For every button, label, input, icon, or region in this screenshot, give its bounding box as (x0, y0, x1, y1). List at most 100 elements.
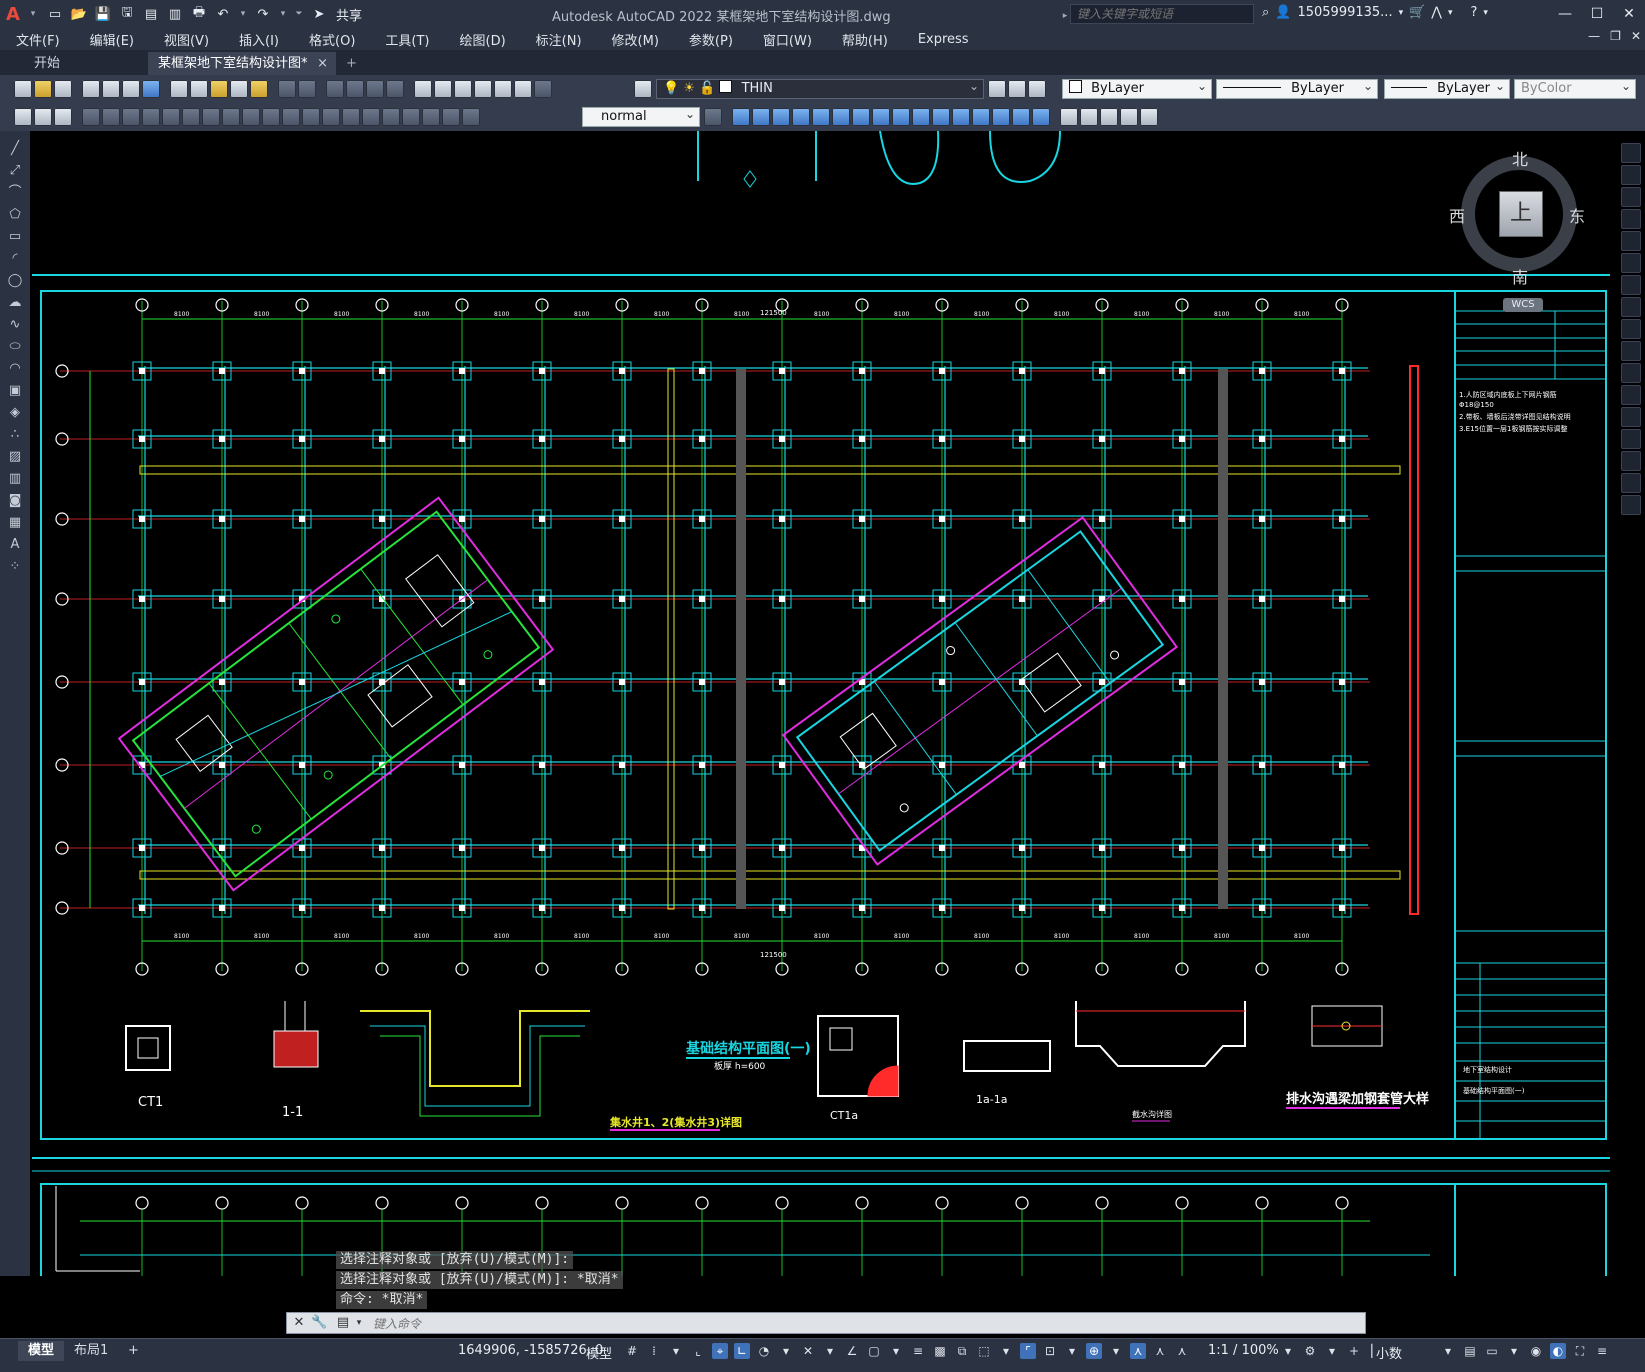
search-input[interactable] (1070, 4, 1254, 24)
menu-window[interactable]: 窗口(W) (748, 30, 827, 49)
plotstyle-combo[interactable]: ByColor (1514, 77, 1636, 99)
region-icon[interactable]: ◙ (7, 493, 23, 509)
pan-icon[interactable] (326, 80, 344, 98)
doc-restore-icon[interactable]: ❐ (1610, 29, 1621, 43)
extend-icon[interactable] (932, 108, 950, 126)
erase-icon[interactable] (732, 108, 750, 126)
viewcube[interactable]: 上 北 南 西 东 WCS (1449, 146, 1585, 312)
zoom-previous-icon[interactable] (386, 80, 404, 98)
calculator-icon[interactable] (514, 80, 532, 98)
menu-parametric[interactable]: 参数(P) (674, 30, 748, 49)
r-copy-icon[interactable] (1621, 165, 1641, 185)
text-style-combo[interactable]: normal (582, 105, 700, 127)
auto-scale-icon[interactable]: ⋏ (1152, 1343, 1168, 1359)
r-erase-icon[interactable] (1621, 143, 1641, 163)
r-stretch-icon[interactable] (1621, 319, 1641, 339)
mtext-icon[interactable]: A (7, 537, 23, 553)
user-name[interactable]: 1505999135... (1297, 5, 1392, 20)
undo-icon[interactable]: ↶ (212, 3, 234, 25)
copy-object-icon[interactable] (752, 108, 770, 126)
plot-icon[interactable]: 🖶 (188, 3, 210, 25)
annotation-scale-icon[interactable]: ⋏ (1174, 1343, 1190, 1359)
menu-express[interactable]: Express (903, 32, 984, 47)
dim-aligned-icon[interactable] (102, 108, 120, 126)
minimize-icon[interactable]: — (1549, 0, 1581, 28)
menu-draw[interactable]: 绘图(D) (445, 30, 521, 49)
new-file-icon[interactable]: ▭ (44, 3, 66, 25)
fillet-icon[interactable] (1012, 108, 1030, 126)
plot-tool-icon[interactable] (82, 80, 100, 98)
menu-tools[interactable]: 工具(T) (370, 30, 444, 49)
r-offset-icon[interactable] (1621, 209, 1641, 229)
polar-icon[interactable]: ◔ (756, 1343, 772, 1359)
point-icon[interactable]: ∴ (7, 427, 23, 443)
mirror-icon[interactable] (772, 108, 790, 126)
polyline-icon[interactable]: ⌒ (7, 185, 23, 201)
r-rotate-icon[interactable] (1621, 275, 1641, 295)
tool-palettes-icon[interactable] (454, 80, 472, 98)
qnew-icon[interactable] (14, 80, 32, 98)
r-array-icon[interactable] (1621, 231, 1641, 251)
compass-east[interactable]: 东 (1569, 203, 1585, 227)
gradient-icon[interactable]: ▥ (7, 471, 23, 487)
infer-constraints-icon[interactable]: ⌞ (690, 1343, 706, 1359)
jogged-linear-icon[interactable] (402, 108, 420, 126)
sheet-set-icon[interactable] (474, 80, 492, 98)
help-icon[interactable]: ? (1471, 5, 1478, 20)
dim-diameter-icon[interactable] (202, 108, 220, 126)
match-properties-icon[interactable] (230, 80, 248, 98)
copy-icon[interactable] (190, 80, 208, 98)
linetype-combo[interactable]: ByLayer (1216, 77, 1378, 99)
rectangle-icon[interactable]: ▭ (7, 229, 23, 245)
text-front-icon[interactable] (1120, 108, 1138, 126)
selection-filter-icon[interactable]: ⊡ (1042, 1343, 1058, 1359)
dynamic-input-icon[interactable]: ⌖ (712, 1343, 728, 1359)
selection-cycling-icon[interactable]: ⧉ (954, 1343, 970, 1359)
spline-icon[interactable]: ∿ (7, 317, 23, 333)
menu-view[interactable]: 视图(V) (149, 30, 224, 49)
undo-tool-icon[interactable] (278, 80, 296, 98)
tab-current-drawing[interactable]: 某框架地下室结构设计图* × (148, 52, 336, 75)
dim-radius-icon[interactable] (162, 108, 180, 126)
tab-close-icon[interactable]: × (317, 52, 328, 75)
snap-dropdown-icon[interactable]: ▾ (668, 1343, 684, 1359)
compass-north[interactable]: 北 (1512, 146, 1528, 170)
color-combo[interactable]: ByLayer (1062, 77, 1212, 99)
layer-properties-icon[interactable] (634, 80, 652, 98)
lineweight-icon[interactable]: ≡ (910, 1343, 926, 1359)
maximize-icon[interactable]: ☐ (1581, 0, 1613, 28)
hatch-icon[interactable]: ▨ (7, 449, 23, 465)
r-mirror-icon[interactable] (1621, 187, 1641, 207)
line-icon[interactable]: ╱ (7, 141, 23, 157)
dim-override-icon[interactable] (704, 108, 722, 126)
explode-icon[interactable] (1032, 108, 1050, 126)
user-dropdown-icon[interactable]: ▾ (1399, 8, 1404, 18)
r-fillet-icon[interactable] (1621, 451, 1641, 471)
zoom-realtime-icon[interactable] (346, 80, 364, 98)
add-selected-icon[interactable]: ⁘ (7, 559, 23, 575)
draw-order-icon[interactable] (1060, 108, 1078, 126)
gizmo-icon[interactable]: ⊕ (1086, 1343, 1102, 1359)
transparency-icon[interactable]: ▩ (932, 1343, 948, 1359)
redo-dropdown-icon[interactable]: ▾ (276, 3, 290, 25)
table-style-icon[interactable] (54, 108, 72, 126)
arc-icon[interactable]: ◜ (7, 251, 23, 267)
compass-south[interactable]: 南 (1512, 264, 1528, 288)
dim-continue-icon[interactable] (282, 108, 300, 126)
compass-west[interactable]: 西 (1449, 203, 1465, 227)
3d-osnap-dropdown-icon[interactable]: ▾ (998, 1343, 1014, 1359)
properties-icon[interactable] (414, 80, 432, 98)
design-center-icon[interactable] (434, 80, 452, 98)
share-icon[interactable]: ➤ (308, 3, 330, 25)
array-icon[interactable] (812, 108, 830, 126)
revision-cloud-icon[interactable]: ☁ (7, 295, 23, 311)
close-icon[interactable]: ✕ (1613, 0, 1645, 28)
object-snap-dropdown-icon[interactable]: ▾ (888, 1343, 904, 1359)
join-icon[interactable] (972, 108, 990, 126)
layer-previous-icon[interactable] (1008, 80, 1026, 98)
r-extend-icon[interactable] (1621, 363, 1641, 383)
command-close-icon[interactable]: ✕ (291, 1315, 307, 1331)
command-recent-dropdown-icon[interactable]: ▾ (351, 1315, 367, 1331)
r-explode-icon[interactable] (1621, 495, 1641, 515)
dim-style-icon[interactable] (34, 108, 52, 126)
